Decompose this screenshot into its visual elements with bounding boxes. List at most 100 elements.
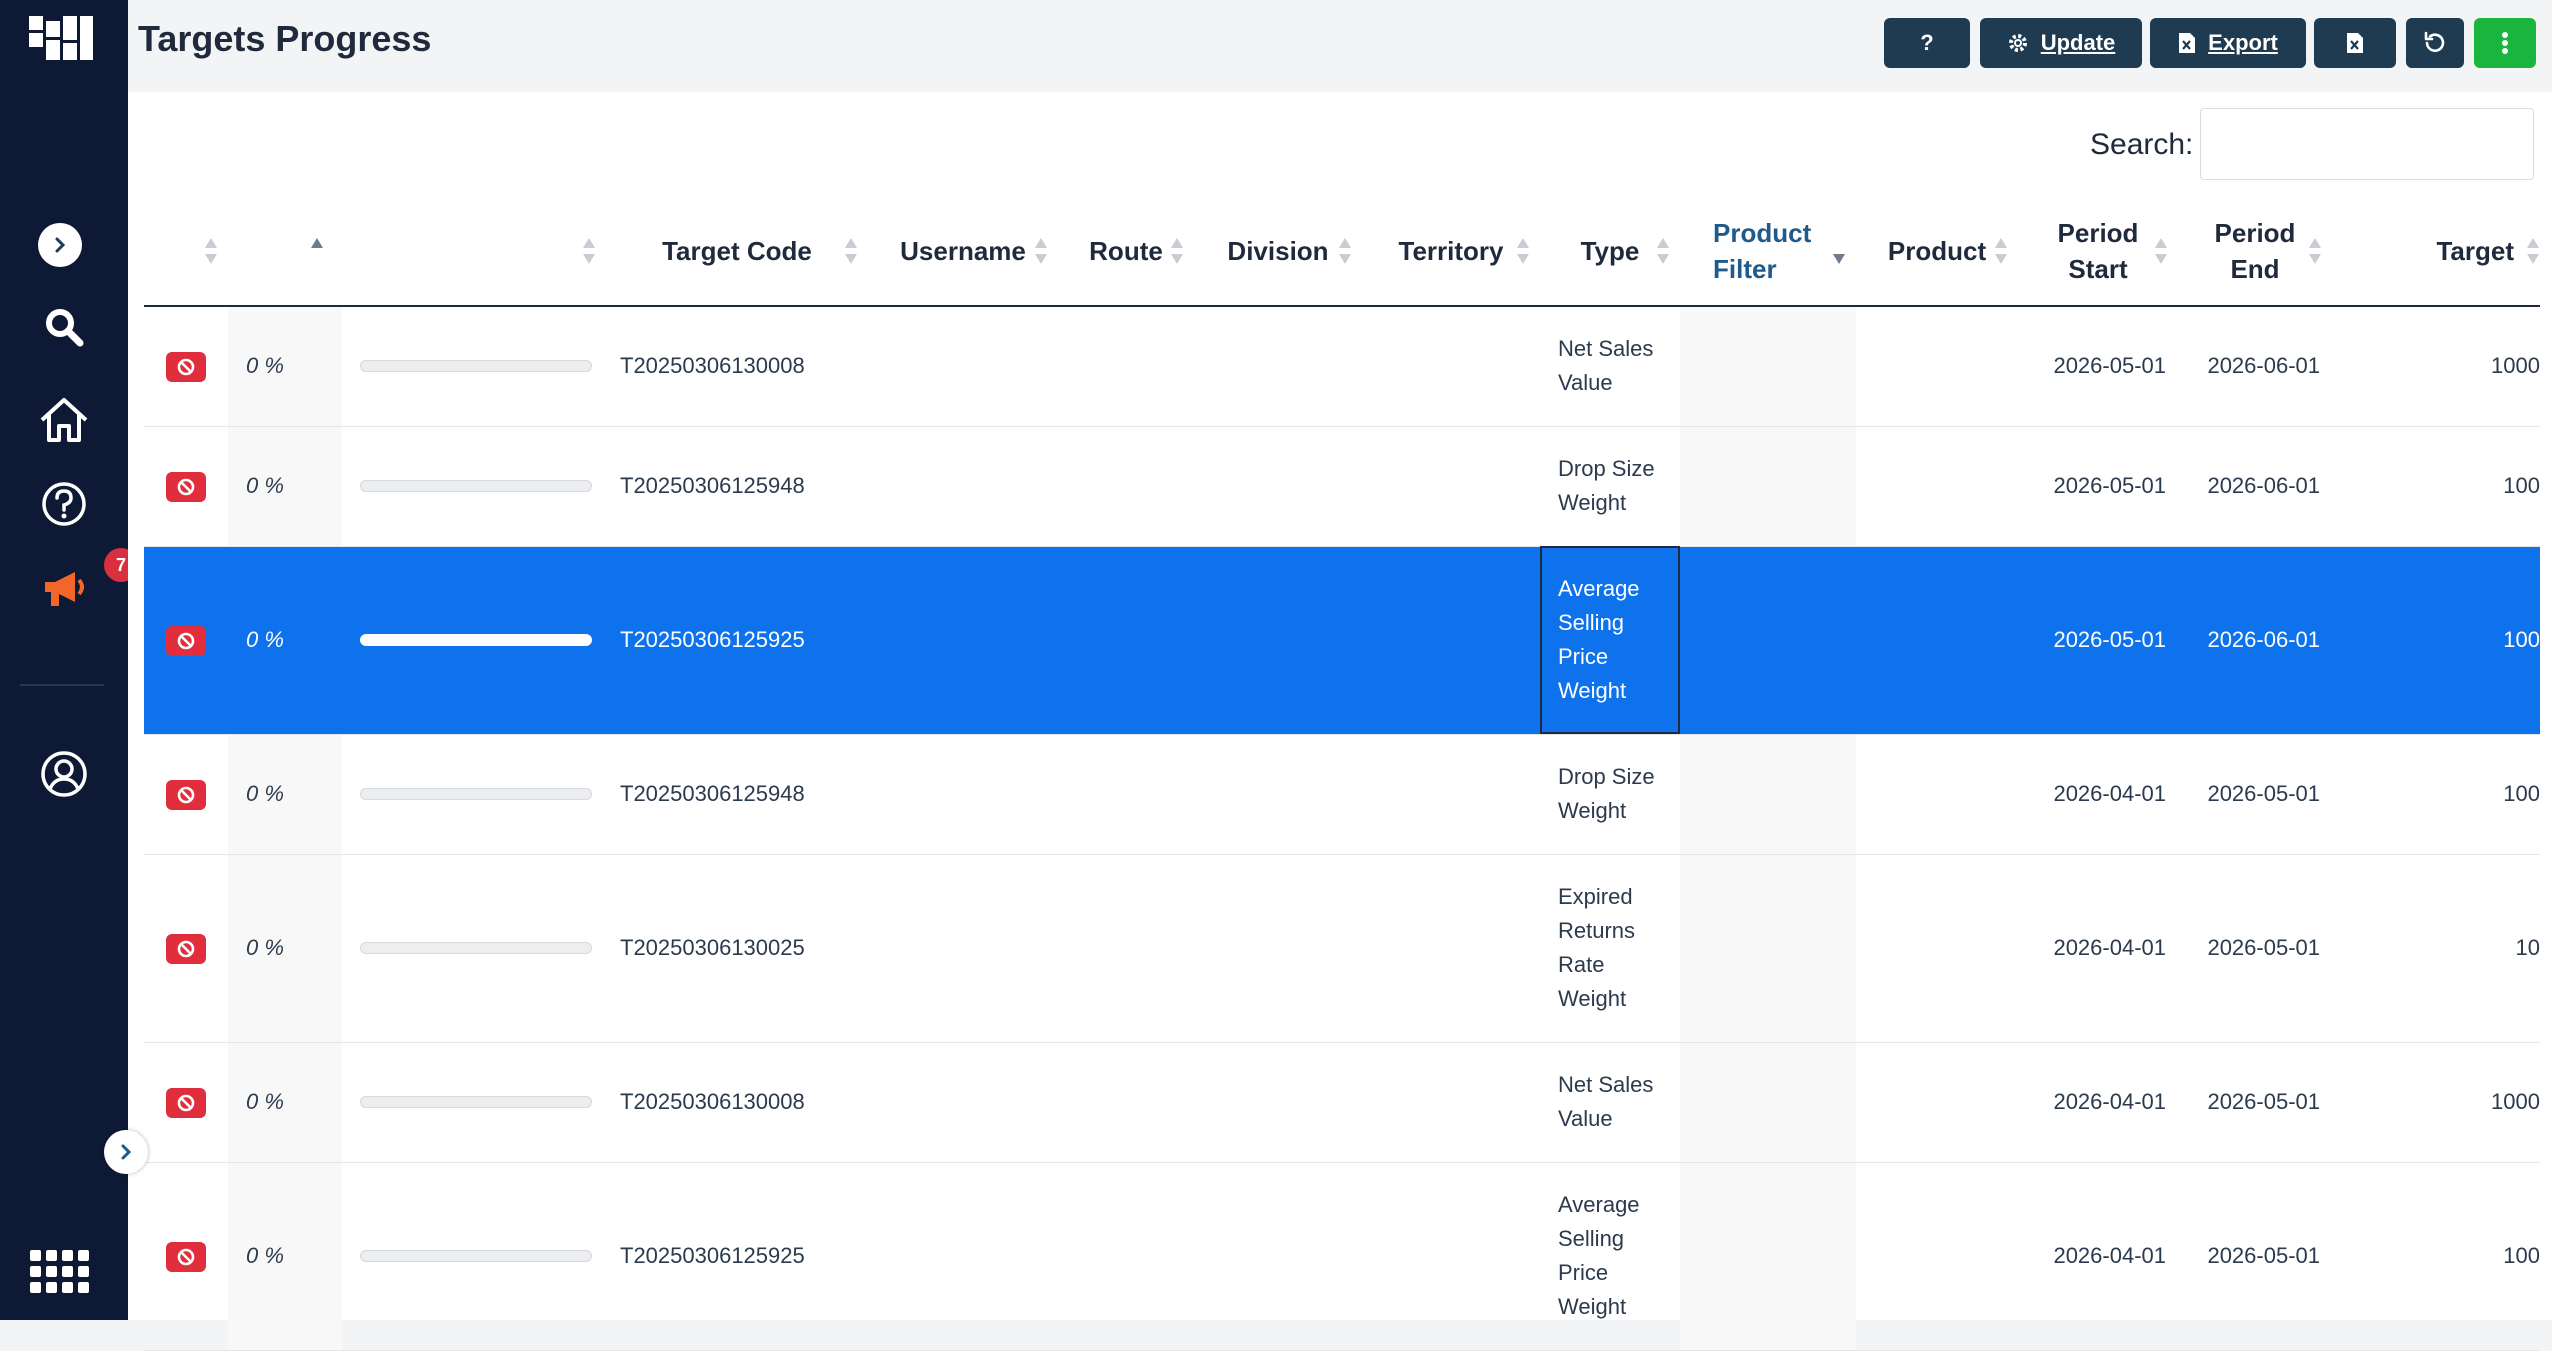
product-cell: [1856, 854, 2018, 1043]
target-code-cell: T20250306125948: [606, 734, 868, 855]
progress-cell: [342, 734, 606, 855]
period-end-cell: 2026-06-01: [2178, 426, 2332, 547]
target-cell: 100: [2332, 734, 2540, 855]
sidebar-item-help[interactable]: [0, 476, 128, 532]
app-logo[interactable]: [29, 16, 93, 60]
type-cell: Drop Size Weight: [1540, 734, 1680, 855]
action-cell: [144, 854, 228, 1043]
deactivate-button[interactable]: [166, 352, 206, 383]
sidebar-item-home[interactable]: [0, 392, 128, 448]
territory-cell: [1362, 1042, 1540, 1163]
deactivate-button[interactable]: [166, 1242, 206, 1273]
column-header-product[interactable]: Product: [1856, 196, 2018, 307]
column-header-product-filter[interactable]: Product Filter: [1680, 196, 1856, 307]
home-icon: [40, 398, 88, 442]
deactivate-button[interactable]: [166, 934, 206, 965]
column-header-percent[interactable]: [228, 196, 342, 307]
update-button-label: Update: [2040, 30, 2116, 55]
sidebar-item-search[interactable]: [0, 302, 128, 352]
division-cell: [1194, 734, 1362, 855]
action-cell: [144, 1162, 228, 1351]
column-header-target[interactable]: Target: [2332, 196, 2540, 307]
type-text: Expired Returns Rate Weight: [1558, 884, 1636, 1011]
refresh-button[interactable]: [2406, 18, 2464, 68]
export-button[interactable]: Export: [2150, 18, 2306, 68]
sidebar-expand-button[interactable]: [38, 223, 82, 267]
target-code-cell: T20250306125925: [606, 1162, 868, 1351]
percent-cell: 0 %: [228, 306, 342, 427]
territory-cell: [1362, 426, 1540, 547]
type-text: Drop Size Weight: [1558, 456, 1655, 515]
territory-cell: [1362, 1162, 1540, 1351]
apps-grid-icon[interactable]: [30, 1250, 89, 1294]
route-cell: [1058, 734, 1194, 855]
username-cell: [868, 426, 1058, 547]
action-cell: [144, 1042, 228, 1163]
username-cell: [868, 854, 1058, 1043]
search-input[interactable]: [2200, 108, 2534, 180]
progress-bar: [360, 942, 592, 954]
excel-export-button[interactable]: [2314, 18, 2396, 68]
column-header-progress[interactable]: [342, 196, 606, 307]
percent-cell: 0 %: [228, 1162, 342, 1351]
deactivate-button[interactable]: [166, 780, 206, 811]
period-end-cell: 2026-05-01: [2178, 734, 2332, 855]
period-start-cell: 2026-05-01: [2018, 306, 2178, 427]
excel-file-icon: [2179, 33, 2196, 53]
progress-bar: [360, 360, 592, 373]
column-header-division[interactable]: Division: [1194, 196, 1362, 307]
column-header-period-start[interactable]: Period Start: [2018, 196, 2178, 307]
column-header-type[interactable]: Type: [1540, 196, 1680, 307]
route-cell: [1058, 854, 1194, 1043]
username-cell: [868, 734, 1058, 855]
gear-icon: [2008, 34, 2027, 52]
percent-cell: 0 %: [228, 1042, 342, 1163]
deactivate-button[interactable]: [166, 626, 206, 657]
type-cell: Net Sales Value: [1540, 306, 1680, 427]
action-cell: [144, 306, 228, 427]
territory-cell: [1362, 306, 1540, 427]
table-row[interactable]: 0 % T20250306130008 Net Sales Value 2026-05…: [144, 306, 2540, 427]
percent-cell: 0 %: [228, 546, 342, 735]
ban-icon: [177, 786, 195, 804]
help-button[interactable]: ?: [1884, 18, 1970, 68]
division-cell: [1194, 306, 1362, 427]
product-cell: [1856, 546, 2018, 735]
sort-icon: [1035, 237, 1047, 264]
column-header-route[interactable]: Route: [1058, 196, 1194, 307]
target-cell: 10: [2332, 854, 2540, 1043]
product-filter-cell: [1680, 854, 1856, 1043]
table-row[interactable]: 0 % T20250306125948 Drop Size Weight 2026-0…: [144, 426, 2540, 547]
table-row[interactable]: 0 % T20250306130008 Net Sales Value 2026-04…: [144, 1042, 2540, 1163]
username-cell: [868, 546, 1058, 735]
deactivate-button[interactable]: [166, 1088, 206, 1119]
question-circle-icon: [42, 482, 86, 526]
product-cell: [1856, 306, 2018, 427]
sidebar-item-profile[interactable]: [0, 746, 128, 802]
period-start-cell: 2026-04-01: [2018, 1162, 2178, 1351]
period-start-cell: 2026-04-01: [2018, 734, 2178, 855]
table-row[interactable]: 0 % T20250306130025 Expired Returns Rate W…: [144, 854, 2540, 1043]
period-end-cell: 2026-06-01: [2178, 546, 2332, 735]
route-cell: [1058, 426, 1194, 547]
column-header-territory[interactable]: Territory: [1362, 196, 1540, 307]
column-header-period-end[interactable]: Period End: [2178, 196, 2332, 307]
type-text: Net Sales Value: [1558, 1072, 1654, 1131]
deactivate-button[interactable]: [166, 472, 206, 503]
territory-cell: [1362, 854, 1540, 1043]
column-header-username[interactable]: Username: [868, 196, 1058, 307]
target-code-cell: T20250306130025: [606, 854, 868, 1043]
progress-cell: [342, 1162, 606, 1351]
column-header-actions[interactable]: [144, 196, 228, 307]
table-row[interactable]: 0 % T20250306125948 Drop Size Weight 2026-0…: [144, 734, 2540, 855]
product-filter-cell: [1680, 306, 1856, 427]
column-header-target-code[interactable]: Target Code: [606, 196, 868, 307]
target-cell: 1000: [2332, 1042, 2540, 1163]
more-options-button[interactable]: [2474, 18, 2536, 68]
table-row[interactable]: 0 % T20250306125925 Average Selling Price …: [144, 546, 2540, 735]
sidebar-collapse-button[interactable]: [104, 1130, 148, 1174]
division-cell: [1194, 426, 1362, 547]
update-button[interactable]: Update: [1980, 18, 2142, 68]
table-row[interactable]: 0 % T20250306125925 Average Selling Price …: [144, 1162, 2540, 1351]
export-button-label: Export: [2208, 30, 2278, 55]
